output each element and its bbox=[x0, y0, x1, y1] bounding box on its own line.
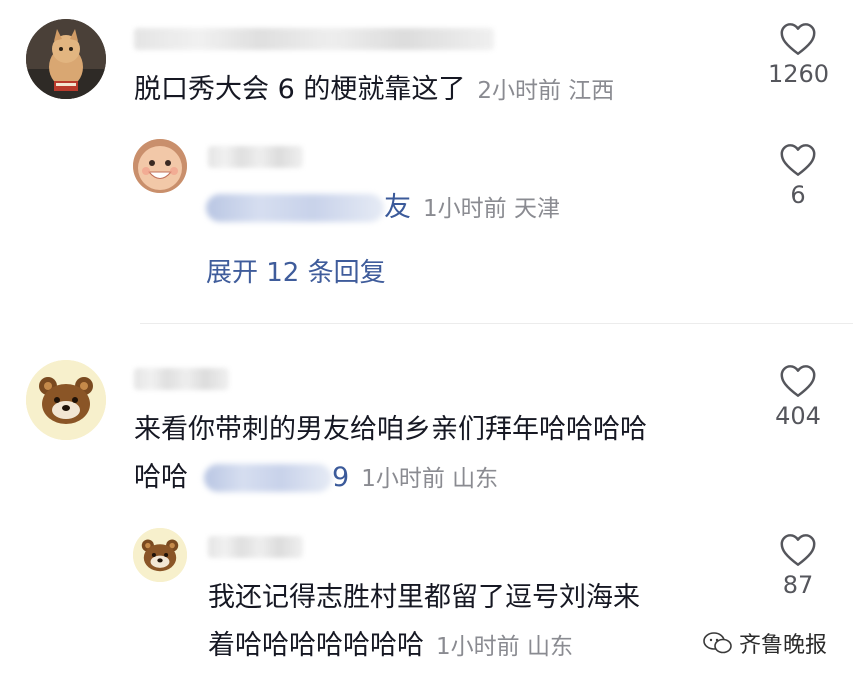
comment-body-line2: 哈哈 bbox=[134, 462, 188, 493]
expand-replies-button[interactable]: 展开 12 条回复 bbox=[206, 252, 386, 289]
comment-text-line2: 哈哈 bbox=[134, 460, 188, 496]
avatar-baby[interactable] bbox=[133, 139, 187, 193]
mention-tail[interactable]: 9 bbox=[332, 462, 349, 493]
comment-meta: 1小时前 山东 bbox=[361, 466, 499, 492]
watermark-text: 齐鲁晚报 bbox=[738, 633, 827, 658]
like-count: 1260 bbox=[768, 60, 830, 88]
comment-meta: 2小时前 江西 bbox=[477, 78, 615, 104]
comment-body: 脱口秀大会 6 的梗就靠这了 bbox=[134, 74, 466, 105]
like-button[interactable]: 1260 bbox=[768, 22, 830, 88]
reply-username-blurred[interactable] bbox=[208, 536, 303, 558]
divider bbox=[140, 323, 853, 324]
heart-icon bbox=[780, 534, 816, 566]
mention-tail[interactable]: 友 bbox=[384, 192, 411, 223]
bear-avatar-image bbox=[133, 528, 187, 582]
reply-text-line2: 着哈哈哈哈哈哈哈 1小时前 山东 bbox=[208, 628, 573, 665]
username-blurred[interactable] bbox=[134, 28, 494, 50]
reply-meta: 1小时前 天津 bbox=[423, 196, 560, 222]
wechat-icon bbox=[703, 632, 732, 654]
avatar-bear[interactable] bbox=[26, 360, 106, 440]
bear-avatar-image bbox=[26, 360, 106, 440]
reply-text: 友 1小时前 天津 bbox=[384, 190, 560, 227]
reply-like-count: 87 bbox=[782, 571, 814, 599]
comment-text-line1: 来看你带刺的男友给咱乡亲们拜年哈哈哈哈 bbox=[134, 414, 647, 445]
cat-avatar-image bbox=[26, 19, 106, 99]
avatar-bear-small[interactable] bbox=[133, 528, 187, 582]
reply-like-button[interactable]: 87 bbox=[768, 533, 828, 599]
reply-like-count: 6 bbox=[790, 181, 806, 209]
like-count: 404 bbox=[775, 402, 821, 430]
mention-blurred[interactable] bbox=[204, 464, 332, 492]
reply-body-line2: 着哈哈哈哈哈哈哈 bbox=[208, 630, 424, 661]
heart-icon bbox=[780, 23, 816, 55]
heart-icon bbox=[780, 365, 816, 397]
baby-avatar-image bbox=[133, 139, 187, 193]
like-button[interactable]: 404 bbox=[768, 364, 828, 430]
username-blurred[interactable] bbox=[134, 368, 229, 390]
comment-text: 脱口秀大会 6 的梗就靠这了 2小时前 江西 bbox=[134, 72, 614, 109]
watermark: 齐鲁晚报 bbox=[703, 627, 827, 659]
comment-mention-meta: 9 1小时前 山东 bbox=[332, 460, 498, 497]
reply-text-line1: 我还记得志胜村里都留了逗号刘海来 bbox=[208, 582, 640, 613]
heart-icon bbox=[780, 144, 816, 176]
reply-meta: 1小时前 山东 bbox=[436, 634, 573, 660]
mention-blurred[interactable] bbox=[206, 194, 384, 222]
avatar-cat[interactable] bbox=[26, 19, 106, 99]
reply-username-blurred[interactable] bbox=[208, 146, 303, 168]
reply-like-button[interactable]: 6 bbox=[768, 143, 828, 209]
